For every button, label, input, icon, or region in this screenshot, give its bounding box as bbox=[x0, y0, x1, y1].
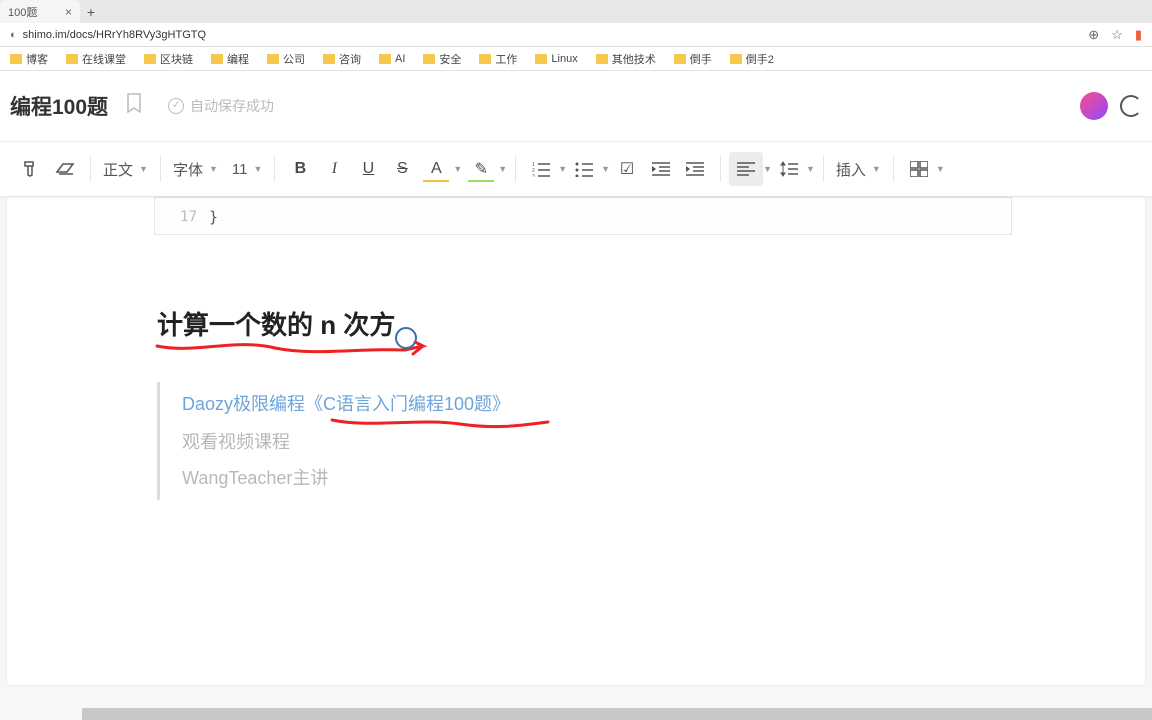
underline-button[interactable]: U bbox=[351, 152, 385, 186]
scrollbar-thumb[interactable] bbox=[82, 708, 1152, 720]
text-color-caret[interactable]: ▼ bbox=[453, 164, 462, 174]
line-number: 17 bbox=[155, 209, 209, 225]
folder-icon bbox=[674, 54, 686, 64]
align-button[interactable] bbox=[729, 152, 763, 186]
folder-icon bbox=[323, 54, 335, 64]
bookmark-item[interactable]: 工作 bbox=[479, 51, 517, 67]
indent-increase-button[interactable] bbox=[678, 152, 712, 186]
quote-line: WangTeacher主讲 bbox=[182, 460, 1145, 496]
quote-line-link[interactable]: Daozy极限编程《C语言入门编程100题》 bbox=[182, 386, 510, 422]
code-text: } bbox=[209, 208, 218, 226]
bookmark-item[interactable]: 咨询 bbox=[323, 51, 361, 67]
bookmark-item[interactable]: 公司 bbox=[267, 51, 305, 67]
bookmark-item[interactable]: 安全 bbox=[423, 51, 461, 67]
quote-block[interactable]: Daozy极限编程《C语言入门编程100题》 观看视频课程 WangTeache… bbox=[157, 382, 1145, 500]
bookmark-item[interactable]: 编程 bbox=[211, 51, 249, 67]
new-tab-button[interactable]: + bbox=[80, 0, 102, 23]
text-color-button[interactable]: A bbox=[419, 152, 453, 186]
editor-toolbar: 正文▼ 字体▼ 11▼ B I U S A ▼ ✎ ▼ 123 ▼ ▼ ☑ ▼ … bbox=[0, 141, 1152, 196]
italic-button[interactable]: I bbox=[317, 152, 351, 186]
paragraph-style-dropdown[interactable]: 正文▼ bbox=[99, 152, 152, 186]
folder-icon bbox=[66, 54, 78, 64]
folder-icon bbox=[730, 54, 742, 64]
strikethrough-button[interactable]: S bbox=[385, 152, 419, 186]
bookmark-item[interactable]: 博客 bbox=[10, 51, 48, 67]
check-icon: ✓ bbox=[168, 98, 184, 114]
highlight-caret[interactable]: ▼ bbox=[498, 164, 507, 174]
clear-format-button[interactable] bbox=[48, 152, 82, 186]
folder-icon bbox=[596, 54, 608, 64]
bookmark-item[interactable]: 其他技术 bbox=[596, 51, 656, 67]
unordered-list-button[interactable] bbox=[567, 152, 601, 186]
folder-icon bbox=[267, 54, 279, 64]
site-info-icon[interactable]: ◐ bbox=[10, 29, 17, 41]
document-content: 计算一个数的 n 次方 Daozy极限编程《C语言入门编程100题》 观看视频课… bbox=[157, 305, 1145, 500]
tab-title: 100题 bbox=[8, 4, 57, 20]
annotation-underline-icon bbox=[155, 340, 430, 360]
line-height-button[interactable] bbox=[772, 152, 806, 186]
svg-text:3: 3 bbox=[532, 174, 535, 177]
zoom-icon[interactable]: ⊕ bbox=[1088, 27, 1099, 43]
highlight-button[interactable]: ✎ bbox=[464, 152, 498, 186]
folder-icon bbox=[423, 54, 435, 64]
indent-decrease-button[interactable] bbox=[644, 152, 678, 186]
menu-indicator[interactable]: ▮ bbox=[1135, 27, 1142, 43]
ul-caret[interactable]: ▼ bbox=[601, 164, 610, 174]
code-block[interactable]: 17 } bbox=[154, 197, 1012, 235]
user-avatar[interactable] bbox=[1080, 92, 1108, 120]
code-line: 17 } bbox=[155, 206, 1011, 228]
document-title[interactable]: 编程100题 bbox=[10, 91, 108, 121]
folder-icon bbox=[211, 54, 223, 64]
bookmarks-bar: 博客 在线课堂 区块链 编程 公司 咨询 AI 安全 工作 Linux 其他技术… bbox=[0, 47, 1152, 71]
bookmark-item[interactable]: 倒手 bbox=[674, 51, 712, 67]
autosave-status: ✓ 自动保存成功 bbox=[168, 96, 274, 116]
document-header: 编程100题 ✓ 自动保存成功 bbox=[0, 71, 1152, 141]
layout-button[interactable] bbox=[902, 152, 936, 186]
bookmark-item[interactable]: 区块链 bbox=[144, 51, 193, 67]
document-page[interactable]: 17 } 计算一个数的 n 次方 Daozy极限编程《C语言入门编程100题》 … bbox=[6, 196, 1146, 686]
bookmark-icon[interactable] bbox=[126, 93, 142, 118]
bold-button[interactable]: B bbox=[283, 152, 317, 186]
bookmark-item[interactable]: AI bbox=[379, 53, 405, 65]
task-list-button[interactable]: ☑ bbox=[610, 152, 644, 186]
paint-format-button[interactable] bbox=[14, 152, 48, 186]
address-bar[interactable]: ◐ shimo.im/docs/HRrYh8RVy3gHTGTQ ⊕ ☆ ▮ bbox=[0, 23, 1152, 47]
folder-icon bbox=[379, 54, 391, 64]
quote-line: 观看视频课程 bbox=[182, 424, 1145, 460]
browser-tab[interactable]: 100题 × bbox=[0, 0, 80, 23]
browser-tab-bar: 100题 × + bbox=[0, 0, 1152, 23]
section-heading[interactable]: 计算一个数的 n 次方 bbox=[157, 305, 395, 348]
insert-dropdown[interactable]: 插入▼ bbox=[832, 152, 885, 186]
font-family-dropdown[interactable]: 字体▼ bbox=[169, 152, 222, 186]
editor-canvas: 17 } 计算一个数的 n 次方 Daozy极限编程《C语言入门编程100题》 … bbox=[0, 196, 1152, 720]
bookmark-star-icon[interactable]: ☆ bbox=[1111, 27, 1123, 43]
ordered-list-button[interactable]: 123 bbox=[524, 152, 558, 186]
ol-caret[interactable]: ▼ bbox=[558, 164, 567, 174]
font-size-dropdown[interactable]: 11▼ bbox=[228, 152, 267, 186]
folder-icon bbox=[479, 54, 491, 64]
horizontal-scrollbar[interactable] bbox=[82, 708, 1152, 720]
align-caret[interactable]: ▼ bbox=[763, 164, 772, 174]
cursor-indicator-icon bbox=[395, 327, 417, 349]
close-icon[interactable]: × bbox=[65, 5, 72, 19]
bookmark-item[interactable]: Linux bbox=[535, 53, 577, 65]
folder-icon bbox=[144, 54, 156, 64]
bookmark-item[interactable]: 倒手2 bbox=[730, 51, 774, 67]
history-icon[interactable] bbox=[1120, 95, 1142, 117]
url-text: shimo.im/docs/HRrYh8RVy3gHTGTQ bbox=[23, 29, 1089, 41]
layout-caret[interactable]: ▼ bbox=[936, 164, 945, 174]
bookmark-item[interactable]: 在线课堂 bbox=[66, 51, 126, 67]
folder-icon bbox=[10, 54, 22, 64]
lh-caret[interactable]: ▼ bbox=[806, 164, 815, 174]
address-actions: ⊕ ☆ ▮ bbox=[1088, 27, 1142, 43]
annotation-underline-icon bbox=[330, 416, 555, 434]
folder-icon bbox=[535, 54, 547, 64]
